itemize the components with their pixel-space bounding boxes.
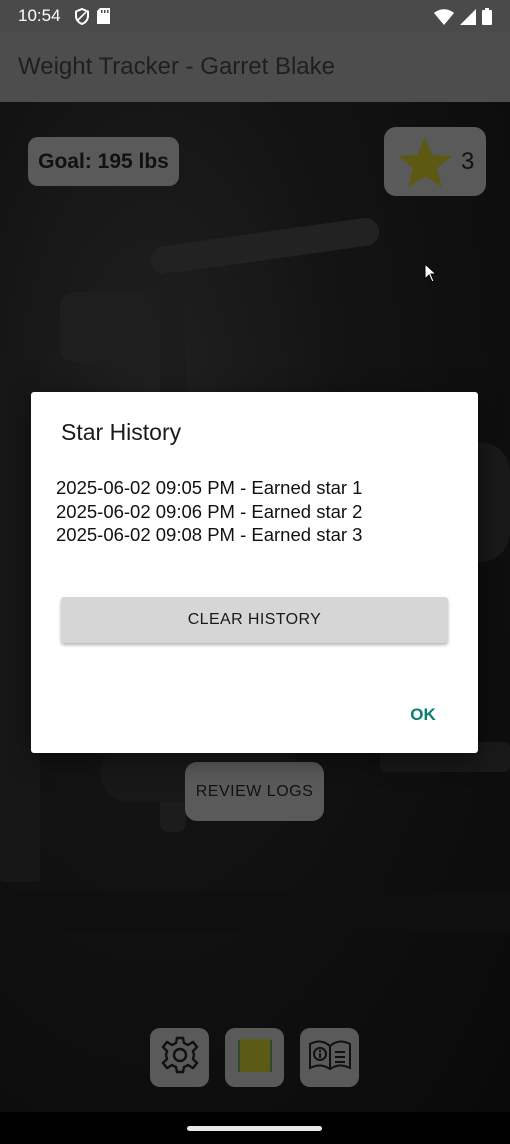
sd-card-icon xyxy=(97,8,110,30)
dialog-title: Star History xyxy=(61,419,182,445)
battery-icon xyxy=(482,8,492,30)
info-book-icon xyxy=(308,1038,352,1077)
history-list: 2025-06-02 09:05 PM - Earned star 1 2025… xyxy=(56,476,362,547)
status-bar: 10:54 xyxy=(0,0,510,32)
settings-button[interactable] xyxy=(150,1028,209,1087)
status-time: 10:54 xyxy=(18,6,61,25)
sticky-note-icon xyxy=(236,1035,274,1080)
star-badge[interactable]: 3 xyxy=(384,127,486,196)
goal-label: Goal: 195 lbs xyxy=(28,137,179,186)
clear-history-button[interactable]: CLEAR HISTORY xyxy=(61,597,448,643)
app-bar: Weight Tracker - Garret Blake xyxy=(0,32,510,102)
wifi-icon xyxy=(434,8,454,30)
history-entry: 2025-06-02 09:06 PM - Earned star 2 xyxy=(56,500,363,522)
signal-icon xyxy=(460,8,476,30)
notes-button[interactable] xyxy=(225,1028,284,1087)
history-entry: 2025-06-02 09:05 PM - Earned star 1 xyxy=(56,477,363,498)
star-history-dialog: Star History 2025-06-02 09:05 PM - Earne… xyxy=(31,392,478,753)
info-guide-button[interactable] xyxy=(300,1028,359,1087)
navigation-bar xyxy=(0,1112,510,1144)
star-count: 3 xyxy=(461,148,475,175)
ok-button[interactable]: OK xyxy=(401,701,445,729)
app-title: Weight Tracker - Garret Blake xyxy=(18,53,335,80)
mouse-cursor-icon xyxy=(424,262,438,288)
home-gesture-handle[interactable] xyxy=(187,1126,322,1131)
review-logs-button[interactable]: REVIEW LOGS xyxy=(185,762,324,821)
history-entry: 2025-06-02 09:08 PM - Earned star 3 xyxy=(56,524,363,545)
shield-icon xyxy=(75,7,89,30)
gear-icon xyxy=(160,1035,200,1080)
